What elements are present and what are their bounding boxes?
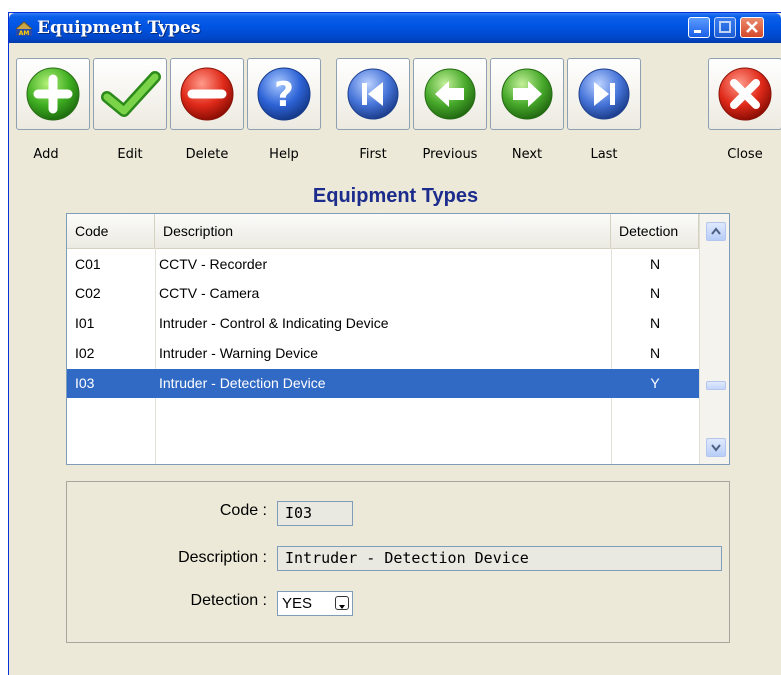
- description-label: Description :: [178, 549, 267, 566]
- table-row[interactable]: I01 Intruder - Control & Indicating Devi…: [67, 309, 699, 338]
- cell-code: I01: [75, 315, 95, 331]
- next-label: Next: [511, 147, 543, 162]
- am-app-icon: AM: [15, 21, 33, 37]
- cell-description: Intruder - Warning Device: [159, 345, 318, 361]
- cell-code: I03: [75, 375, 95, 391]
- delete-label: Delete: [185, 147, 229, 162]
- close-button[interactable]: [708, 58, 781, 130]
- cell-detection: N: [649, 345, 661, 361]
- cell-code: I02: [75, 345, 95, 361]
- help-label: Help: [269, 147, 299, 162]
- window-title: Equipment Types: [37, 18, 201, 38]
- detection-select[interactable]: YES: [277, 591, 353, 616]
- question-icon: ?: [257, 67, 311, 121]
- table-row[interactable]: I02 Intruder - Warning Device N: [67, 339, 699, 368]
- plus-icon: [26, 67, 80, 121]
- window-close-button[interactable]: [740, 17, 764, 38]
- svg-text:AM: AM: [19, 30, 30, 37]
- checkmark-icon: [101, 71, 161, 117]
- minimize-icon: [694, 30, 701, 33]
- minimize-button[interactable]: [688, 17, 710, 38]
- chevron-up-icon: [711, 227, 721, 235]
- scroll-thumb[interactable]: [706, 381, 726, 390]
- table-row[interactable]: C01 CCTV - Recorder N: [67, 250, 699, 279]
- edit-button[interactable]: [93, 58, 167, 130]
- column-header-detection[interactable]: Detection: [611, 214, 699, 248]
- code-label: Code :: [219, 502, 267, 519]
- maximize-button[interactable]: [714, 17, 736, 38]
- equipment-types-table[interactable]: Code Description Detection C01 CCTV - Re…: [66, 213, 730, 465]
- dropdown-button[interactable]: [335, 596, 349, 610]
- title-bar[interactable]: AM Equipment Types: [9, 13, 781, 43]
- close-icon: [746, 21, 758, 33]
- detail-form: Code : I03 Description : Intruder - Dete…: [66, 481, 730, 643]
- scroll-up-button[interactable]: [706, 222, 726, 241]
- cell-description: Intruder - Control & Indicating Device: [159, 315, 389, 331]
- table-scrollbar[interactable]: [699, 214, 729, 464]
- first-button[interactable]: [336, 58, 410, 130]
- table-row[interactable]: C02 CCTV - Camera N: [67, 279, 699, 308]
- arrow-left-icon: [424, 68, 476, 120]
- page-title: Equipment Types: [312, 185, 479, 207]
- close-x-icon: [718, 67, 772, 121]
- last-button[interactable]: [567, 58, 641, 130]
- table-header: Code Description Detection: [67, 214, 699, 249]
- help-button[interactable]: ?: [247, 58, 321, 130]
- maximize-icon: [719, 21, 731, 33]
- cell-description: CCTV - Camera: [159, 285, 260, 301]
- column-header-code[interactable]: Code: [67, 214, 155, 248]
- previous-label: Previous: [422, 147, 478, 162]
- code-field[interactable]: I03: [277, 501, 353, 526]
- svg-text:?: ?: [274, 75, 294, 115]
- scroll-down-button[interactable]: [706, 438, 726, 457]
- column-header-description[interactable]: Description: [155, 214, 611, 248]
- equipment-types-window: AM Equipment Types ? Add Edit Delete Hel…: [8, 12, 781, 675]
- detection-value: YES: [282, 595, 313, 612]
- previous-button[interactable]: [413, 58, 487, 130]
- add-label: Add: [33, 147, 59, 162]
- cell-detection: N: [649, 315, 661, 331]
- last-label: Last: [590, 147, 618, 162]
- cell-description: CCTV - Recorder: [159, 256, 268, 272]
- detection-label: Detection :: [190, 592, 267, 609]
- cell-code: C01: [75, 256, 101, 272]
- chevron-down-icon: [339, 605, 345, 609]
- cell-code: C02: [75, 285, 101, 301]
- first-record-icon: [347, 68, 399, 120]
- cell-detection: N: [649, 256, 661, 272]
- description-field[interactable]: Intruder - Detection Device: [277, 546, 722, 571]
- close-label: Close: [727, 147, 763, 162]
- delete-button[interactable]: [170, 58, 244, 130]
- add-button[interactable]: [16, 58, 90, 130]
- next-button[interactable]: [490, 58, 564, 130]
- arrow-right-icon: [501, 68, 553, 120]
- chevron-down-icon: [711, 444, 721, 452]
- last-record-icon: [578, 68, 630, 120]
- cell-description: Intruder - Detection Device: [159, 375, 326, 391]
- edit-label: Edit: [117, 147, 143, 162]
- table-row-selected[interactable]: I03 Intruder - Detection Device Y: [67, 369, 699, 398]
- cell-detection: N: [649, 285, 661, 301]
- first-label: First: [359, 147, 387, 162]
- cell-detection: Y: [650, 375, 660, 391]
- minus-icon: [180, 67, 234, 121]
